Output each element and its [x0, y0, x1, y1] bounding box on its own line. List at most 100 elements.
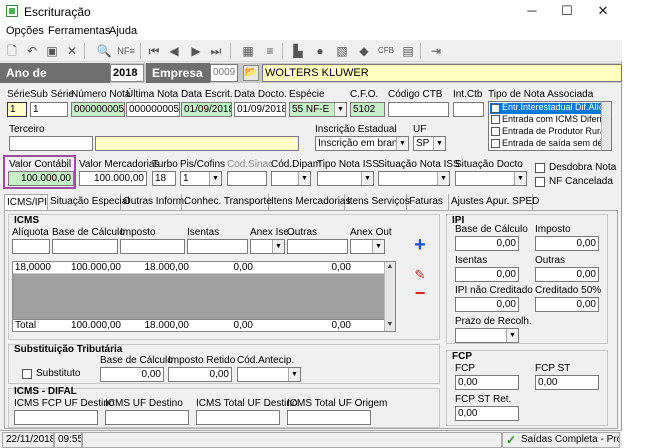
- chevron-down-icon[interactable]: ▼: [272, 240, 284, 253]
- minimize-button[interactable]: ─: [517, 2, 547, 20]
- inscricao-select[interactable]: Inscrição em branco ▼: [315, 136, 409, 151]
- ipi-prazo-select[interactable]: ▼: [455, 328, 519, 343]
- nf-cancelada-checkbox[interactable]: [535, 177, 545, 187]
- difal-total-uf-destino-field[interactable]: [196, 410, 280, 425]
- st-imposto-retido-field[interactable]: 0,00: [168, 367, 232, 382]
- tab-outras-inform[interactable]: Outras Inform.: [121, 194, 187, 210]
- icms-aliquota-input[interactable]: [12, 239, 50, 254]
- scroll-up-icon[interactable]: ▲: [385, 262, 395, 272]
- save-icon[interactable]: ▣: [44, 43, 60, 59]
- chevron-down-icon[interactable]: ▼: [514, 172, 526, 185]
- tipo-nota-option-3[interactable]: Entrada de saída sem débi: [502, 138, 610, 148]
- ano-movimento-field[interactable]: 2018: [110, 64, 144, 82]
- chevron-down-icon[interactable]: ▼: [298, 172, 310, 185]
- icms-grid[interactable]: 18,0000 100.000,00 18.000,00 0,00 0,00 T…: [12, 261, 396, 332]
- chevron-down-icon[interactable]: ▼: [288, 368, 300, 381]
- tipo-nota-option-2[interactable]: Entrada de Produtor Rural: [502, 126, 607, 136]
- search-icon[interactable]: 🔍: [96, 43, 112, 59]
- tipo-nota-option-1[interactable]: Entrada com ICMS Diferido: [502, 114, 612, 124]
- difal-total-uf-origem-field[interactable]: [287, 410, 371, 425]
- building-icon[interactable]: ▙: [290, 43, 306, 59]
- ipi-outras-field[interactable]: 0,00: [535, 267, 599, 282]
- tab-ajustes-apur-sped[interactable]: Ajustes Apur. SPED: [449, 194, 539, 210]
- cod-dipam-select[interactable]: ▼: [271, 171, 311, 186]
- list-icon[interactable]: ≡: [262, 43, 278, 59]
- st-cod-antecip-select[interactable]: ▼: [237, 367, 301, 382]
- tab-situacao-especial[interactable]: Situação Especial: [48, 194, 130, 210]
- add-icon[interactable]: +: [411, 235, 429, 255]
- new-document-icon[interactable]: 🗋: [4, 43, 20, 59]
- data-docto-field[interactable]: 01/09/2018: [234, 102, 286, 117]
- icms-grid-scrollbar[interactable]: ▲ ▼: [384, 262, 395, 331]
- tipo-nota-checkbox-1[interactable]: [491, 115, 500, 124]
- menu-opcoes[interactable]: Opções: [6, 25, 44, 37]
- icms-isentas-input[interactable]: [187, 239, 248, 254]
- uf-select[interactable]: SP ▼: [413, 136, 446, 151]
- tipo-nota-iss-select[interactable]: ▼: [317, 171, 374, 186]
- icms-base-input[interactable]: [52, 239, 118, 254]
- chevron-down-icon[interactable]: ▼: [334, 103, 346, 116]
- tab-itens-servicos[interactable]: Itens Serviços: [345, 194, 410, 210]
- data-escrit-field[interactable]: 01/09/2018: [181, 102, 232, 117]
- icms-anex-ise-select[interactable]: ▼: [250, 239, 285, 254]
- grid-icon[interactable]: ▦: [240, 43, 256, 59]
- next-record-icon[interactable]: ▶: [188, 43, 204, 59]
- chevron-down-icon[interactable]: ▼: [433, 137, 445, 150]
- ultima-nota-field[interactable]: 000000005: [126, 102, 180, 117]
- folder-icon[interactable]: 📂: [243, 65, 259, 81]
- tipo-nota-checkbox-0[interactable]: [491, 104, 500, 113]
- st-base-field[interactable]: 0,00: [100, 367, 164, 382]
- delete-icon[interactable]: ✕: [64, 43, 80, 59]
- terceiro-code-field[interactable]: [9, 136, 93, 151]
- chevron-down-icon[interactable]: ▼: [372, 240, 384, 253]
- tipo-nota-option-0[interactable]: Entr.Interestadual Dif.Alíq: [502, 102, 604, 112]
- tab-itens-mercadorias[interactable]: Itens Mercadorias: [269, 194, 350, 210]
- tab-faturas[interactable]: Faturas: [407, 194, 449, 210]
- edit-icon[interactable]: ✎: [411, 268, 429, 282]
- valor-mercadorias-field[interactable]: 100.000,00: [79, 171, 147, 186]
- turbo-field[interactable]: 18: [152, 171, 176, 186]
- fcp-st-ret-field[interactable]: 0,00: [455, 406, 519, 421]
- apple-icon[interactable]: ●: [312, 43, 328, 59]
- menu-ferramentas[interactable]: Ferramentas: [48, 25, 110, 37]
- image-icon[interactable]: ▧: [334, 43, 350, 59]
- sub-serie-field[interactable]: 1: [30, 102, 68, 117]
- substituto-checkbox[interactable]: [22, 369, 32, 379]
- previous-record-icon[interactable]: ◀: [166, 43, 182, 59]
- chevron-down-icon[interactable]: ▼: [506, 329, 518, 342]
- cfo-field[interactable]: 5102: [350, 102, 385, 117]
- document-icon[interactable]: ▤: [400, 43, 416, 59]
- chevron-down-icon[interactable]: ▼: [396, 137, 408, 150]
- int-ctb-field[interactable]: [453, 102, 484, 117]
- situacao-nota-iss-select[interactable]: ▼: [378, 171, 450, 186]
- ipi-nao-creditado-field[interactable]: 0,00: [455, 297, 519, 312]
- numero-nota-field[interactable]: 000000005: [71, 102, 125, 117]
- fcp-st-field[interactable]: 0,00: [535, 375, 599, 390]
- tipo-nota-checkbox-2[interactable]: [491, 127, 500, 136]
- terceiro-name-field[interactable]: [95, 136, 299, 151]
- close-button[interactable]: ✕: [588, 2, 618, 20]
- tab-conhec-transporte[interactable]: Conhec. Transporte: [182, 194, 272, 210]
- pis-cofins-select[interactable]: 1 ▼: [180, 171, 222, 186]
- valor-contabil-field[interactable]: 100.000,00: [8, 171, 74, 186]
- menu-ajuda[interactable]: Ajuda: [109, 25, 137, 37]
- nfe-icon[interactable]: NF≡: [116, 43, 136, 59]
- empresa-code-field[interactable]: 0009: [210, 64, 238, 82]
- serie-field[interactable]: 1: [7, 102, 27, 117]
- situacao-docto-select[interactable]: ▼: [455, 171, 527, 186]
- desdobra-nota-checkbox[interactable]: [535, 163, 545, 173]
- scroll-down-icon[interactable]: ▼: [385, 320, 395, 330]
- fcp-field[interactable]: 0,00: [455, 375, 519, 390]
- maximize-button[interactable]: ☐: [552, 2, 582, 20]
- difal-uf-destino-field[interactable]: [105, 410, 189, 425]
- tipo-nota-scrollbar[interactable]: [601, 102, 611, 150]
- cfb-icon[interactable]: CFB: [378, 43, 394, 59]
- remove-icon[interactable]: −: [411, 284, 429, 302]
- ipi-creditado-50-field[interactable]: 0,00: [535, 297, 599, 312]
- exit-icon[interactable]: ⇥: [428, 43, 444, 59]
- chevron-down-icon[interactable]: ▼: [437, 172, 449, 185]
- chevron-down-icon[interactable]: ▼: [209, 172, 221, 185]
- table-row[interactable]: 18,0000 100.000,00 18.000,00 0,00 0,00: [13, 262, 385, 274]
- difal-fcp-uf-destino-field[interactable]: [14, 410, 98, 425]
- layers-icon[interactable]: ◆: [356, 43, 372, 59]
